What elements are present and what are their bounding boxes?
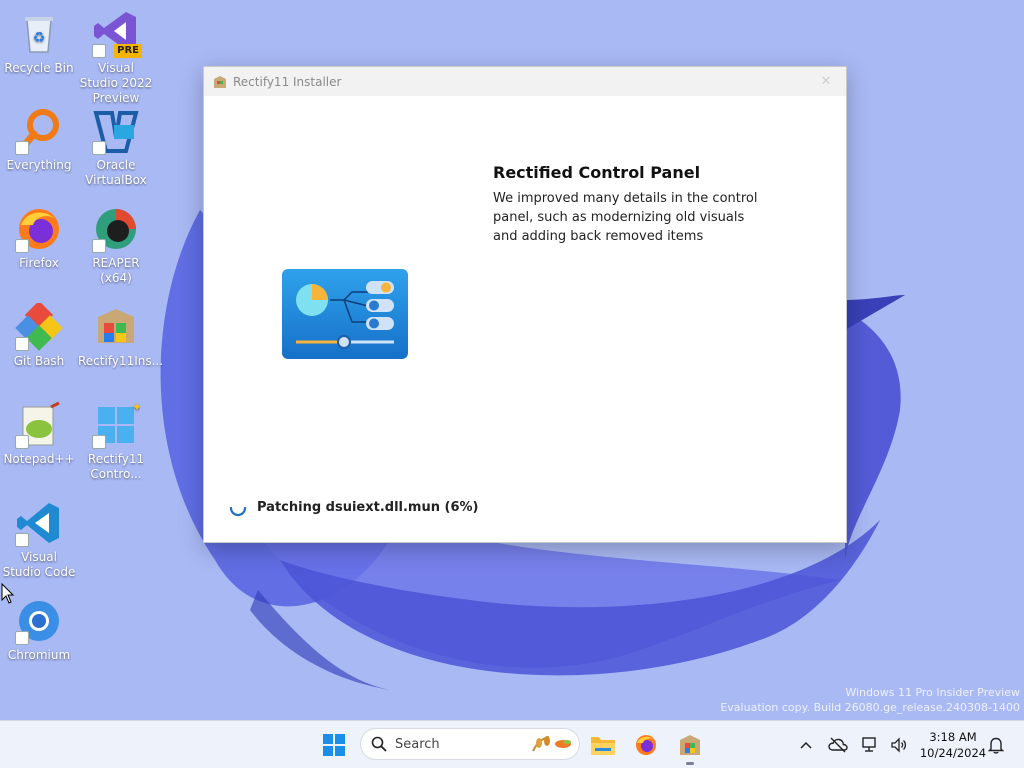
bell-icon bbox=[988, 737, 1004, 754]
firefox-icon bbox=[15, 205, 63, 253]
desktop-icon-label: Oracle VirtualBox bbox=[85, 158, 147, 187]
visual-studio-icon: PRE bbox=[92, 10, 142, 58]
rectify11-control-icon: ✦ bbox=[92, 400, 142, 449]
taskbar-file-explorer[interactable] bbox=[589, 731, 617, 759]
control-panel-icon bbox=[282, 269, 408, 359]
notification-center-button[interactable] bbox=[986, 735, 1006, 755]
chevron-up-icon bbox=[800, 741, 812, 749]
notepad-plus-plus-icon bbox=[15, 401, 63, 449]
desktop-icon-vscode[interactable]: Visual Studio Code bbox=[1, 499, 77, 580]
desktop-icon-rectify11-control[interactable]: ✦ Rectify11 Contro... bbox=[78, 400, 154, 482]
installer-window: Rectify11 Installer ✕ Rectified Control … bbox=[203, 66, 847, 543]
desktop-icon-label: Notepad++ bbox=[3, 452, 75, 466]
feature-heading: Rectified Control Panel bbox=[493, 163, 701, 182]
desktop-icon-label: Recycle Bin bbox=[4, 61, 74, 75]
desktop-icon-label: REAPER (x64) bbox=[92, 256, 140, 285]
vscode-icon bbox=[15, 499, 63, 547]
desktop-icon-label: Firefox bbox=[19, 256, 59, 270]
running-indicator bbox=[686, 762, 694, 765]
progress-status: Patching dsuiext.dll.mun (6%) bbox=[228, 497, 478, 517]
everything-search-icon bbox=[15, 107, 63, 155]
window-title: Rectify11 Installer bbox=[233, 74, 342, 89]
desktop-icon-label: Rectify11 Contro... bbox=[87, 452, 145, 481]
evaluation-watermark: Windows 11 Pro Insider Preview Evaluatio… bbox=[720, 685, 1020, 715]
desktop-icon-rectify11-installer[interactable]: Rectify11Ins... bbox=[78, 303, 164, 369]
cloud-offline-icon bbox=[828, 737, 848, 753]
desktop-icon-label: Chromium bbox=[7, 648, 71, 662]
tray-quick-settings[interactable] bbox=[860, 735, 908, 755]
feature-description: We improved many details in the control … bbox=[493, 191, 758, 244]
title-bar[interactable]: Rectify11 Installer ✕ bbox=[204, 67, 846, 96]
taskbar-search[interactable]: Search bbox=[360, 728, 580, 760]
file-explorer-icon bbox=[591, 737, 615, 755]
desktop-icon-chromium[interactable]: Chromium bbox=[1, 597, 77, 663]
taskbar-clock[interactable]: 3:18 AM 10/24/2024 bbox=[912, 729, 994, 761]
clock-time: 3:18 AM bbox=[929, 730, 977, 744]
desktop-icon-everything[interactable]: Everything bbox=[1, 107, 77, 173]
reaper-icon bbox=[92, 205, 140, 253]
taskbar: Search 3:18 AM 10/24/2024 bbox=[0, 720, 1024, 768]
watermark-build: Evaluation copy. Build 26080.ge_release.… bbox=[720, 701, 1020, 714]
preview-badge: PRE bbox=[114, 44, 142, 58]
svg-text:♻: ♻ bbox=[33, 30, 46, 46]
start-button[interactable] bbox=[320, 731, 348, 759]
clock-date: 10/24/2024 bbox=[919, 746, 987, 760]
desktop-icon-label: Git Bash bbox=[13, 354, 65, 368]
taskbar-firefox[interactable] bbox=[632, 731, 660, 759]
recycle-bin-icon: ♻ bbox=[15, 10, 63, 58]
desktop-icon-label: Visual Studio 2022 Preview bbox=[79, 61, 153, 105]
desktop-icon-recycle-bin[interactable]: ♻ Recycle Bin bbox=[1, 10, 77, 76]
desktop-icon-git-bash[interactable]: Git Bash bbox=[1, 300, 77, 369]
virtualbox-icon bbox=[92, 107, 140, 155]
desktop-icon-visual-studio[interactable]: PRE Visual Studio 2022 Preview bbox=[78, 10, 154, 106]
search-highlight-icon bbox=[532, 736, 571, 752]
volume-icon bbox=[891, 737, 907, 753]
mouse-cursor-icon bbox=[1, 583, 15, 604]
taskbar-rectify11-installer[interactable] bbox=[676, 731, 704, 759]
desktop-icon-label: Visual Studio Code bbox=[2, 550, 76, 579]
search-placeholder: Search bbox=[395, 736, 440, 752]
installer-app-icon bbox=[214, 75, 226, 88]
firefox-icon bbox=[636, 735, 656, 755]
desktop-icon-firefox[interactable]: Firefox bbox=[1, 205, 77, 271]
desktop-icon-virtualbox[interactable]: Oracle VirtualBox bbox=[78, 107, 154, 188]
git-bash-icon bbox=[15, 300, 63, 351]
status-text: Patching dsuiext.dll.mun (6%) bbox=[257, 499, 479, 515]
search-icon bbox=[371, 736, 387, 752]
start-icon bbox=[323, 734, 345, 756]
rectify11-installer-icon bbox=[680, 735, 700, 755]
network-icon bbox=[862, 737, 876, 752]
desktop-icon-label: Everything bbox=[6, 158, 72, 172]
desktop-icon-reaper[interactable]: REAPER (x64) bbox=[78, 205, 154, 286]
chromium-icon bbox=[15, 597, 63, 645]
svg-text:✦: ✦ bbox=[132, 401, 140, 414]
loading-spinner-icon bbox=[229, 506, 247, 517]
close-button[interactable]: ✕ bbox=[806, 67, 846, 96]
tray-network-offline[interactable] bbox=[828, 735, 848, 755]
show-hidden-icons-button[interactable] bbox=[796, 735, 816, 755]
watermark-edition: Windows 11 Pro Insider Preview bbox=[845, 686, 1020, 699]
desktop-icon-notepad-plus-plus[interactable]: Notepad++ bbox=[1, 401, 77, 467]
desktop-icon-label: Rectify11Ins... bbox=[78, 354, 164, 368]
rectify11-installer-icon bbox=[92, 303, 140, 351]
